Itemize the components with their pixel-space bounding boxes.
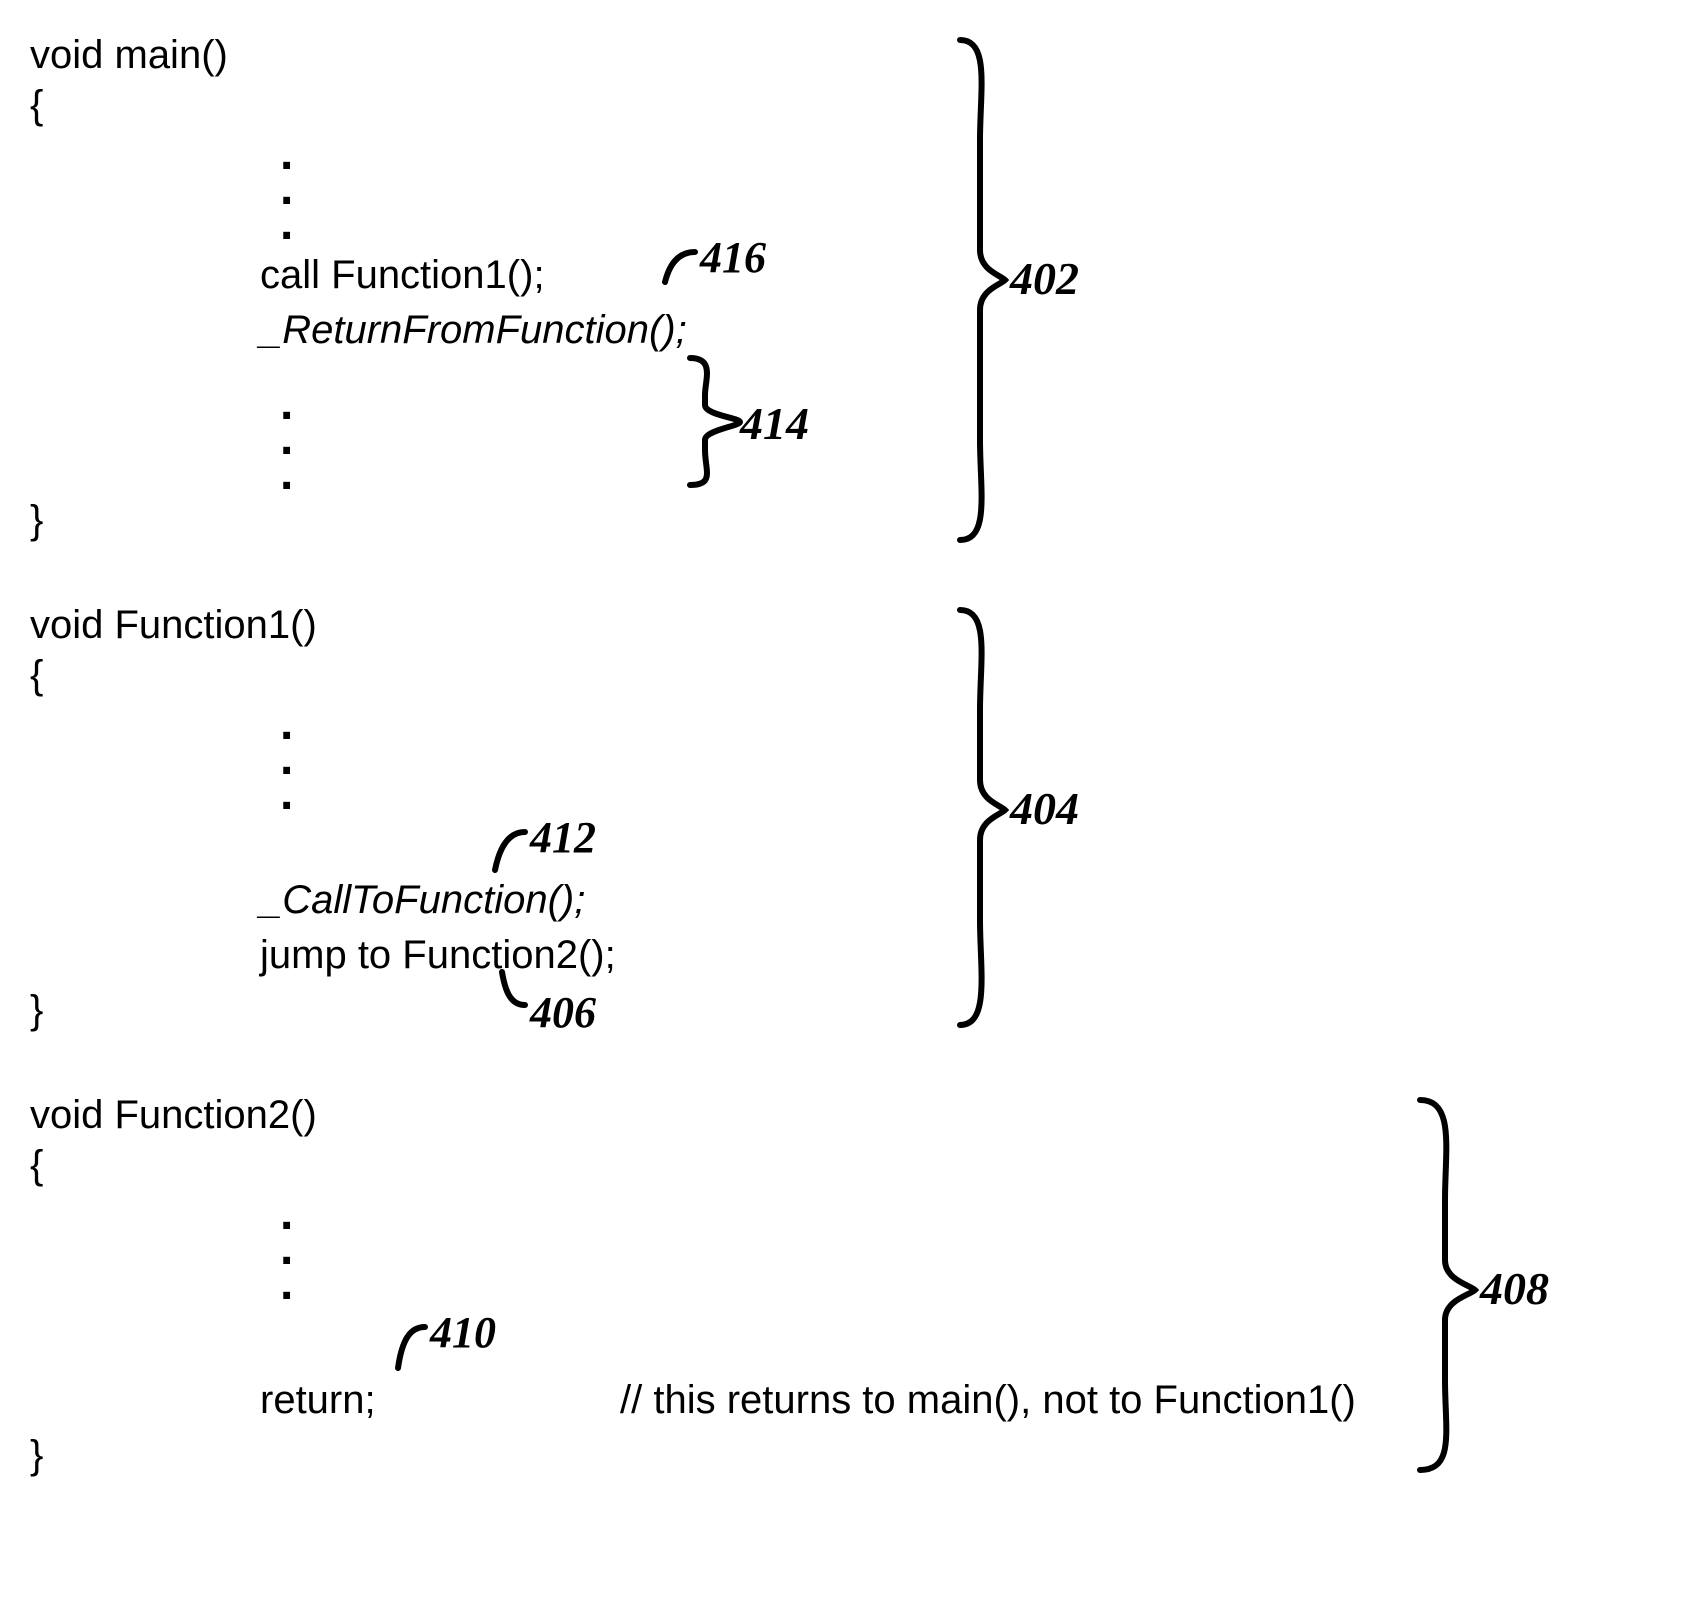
right-brace-icon (1420, 1100, 1475, 1470)
right-brace-icon (960, 610, 1005, 1025)
brace-label-414: 414 (740, 395, 809, 453)
brace-label-404: 404 (1010, 780, 1079, 838)
main-call-function1: call Function1(); (260, 250, 545, 300)
callout-label-406: 406 (530, 985, 596, 1040)
function2-open-brace: { (30, 1140, 43, 1190)
main-open-brace: { (30, 80, 43, 130)
main-close-brace: } (30, 495, 43, 545)
right-brace-icon (960, 40, 1005, 540)
function1-open-brace: { (30, 650, 43, 700)
callout-hook-icon (665, 252, 695, 282)
brace-label-402: 402 (1010, 250, 1079, 308)
function1-close-brace: } (30, 985, 43, 1035)
right-brace-icon (690, 358, 740, 485)
callout-label-412: 412 (530, 810, 596, 865)
main-return-from-function: _ReturnFromFunction(); (260, 305, 687, 355)
function2-signature: void Function2() (30, 1090, 317, 1140)
function1-jump-to-function2: jump to Function2(); (260, 930, 616, 980)
function1-call-to-function: _CallToFunction(); (260, 875, 585, 925)
function2-return: return; (260, 1375, 376, 1425)
callout-hook-icon (495, 832, 525, 870)
callout-label-410: 410 (430, 1305, 496, 1360)
ellipsis-dot: . (280, 1260, 293, 1308)
ellipsis-dot: . (280, 770, 293, 818)
function1-signature: void Function1() (30, 600, 317, 650)
function2-comment: // this returns to main(), not to Functi… (620, 1375, 1356, 1425)
callout-label-416: 416 (700, 230, 766, 285)
main-signature: void main() (30, 30, 228, 80)
function2-close-brace: } (30, 1430, 43, 1480)
brace-label-408: 408 (1480, 1260, 1549, 1318)
ellipsis-dot: . (280, 200, 293, 248)
ellipsis-dot: . (280, 450, 293, 498)
callout-hook-icon (398, 1327, 425, 1368)
